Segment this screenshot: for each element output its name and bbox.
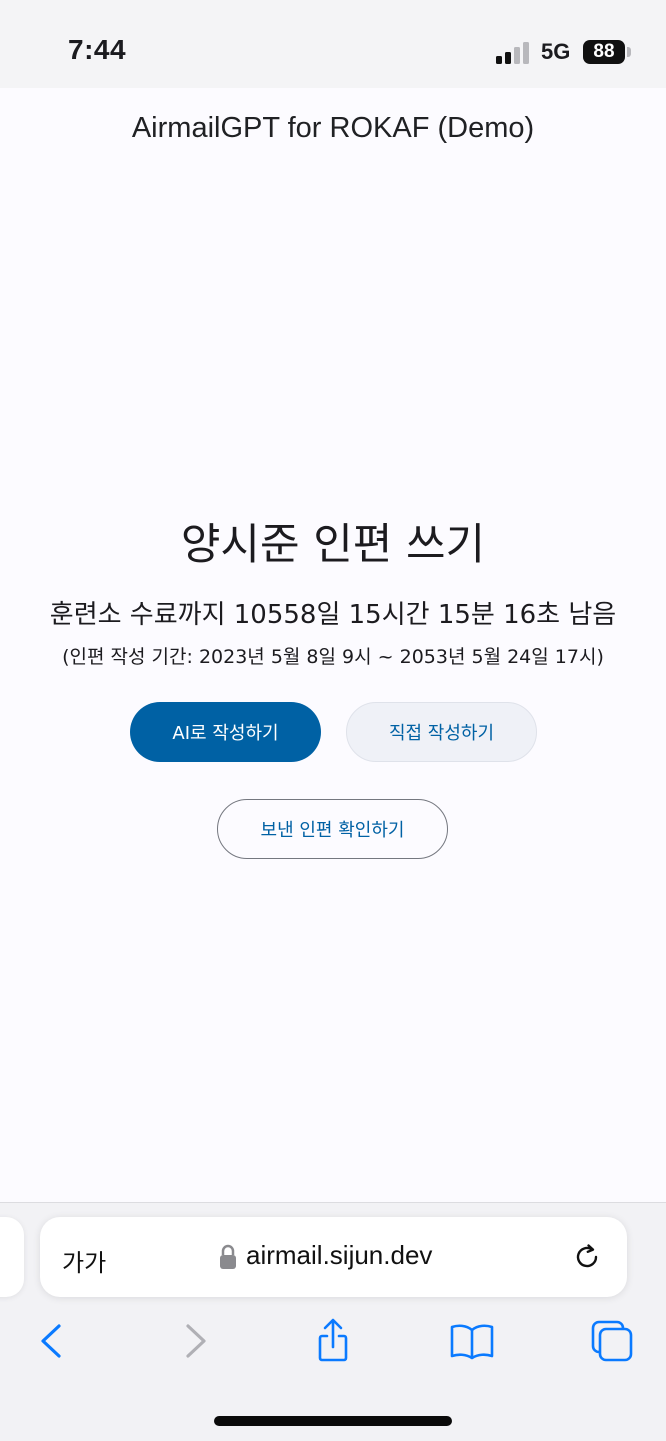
share-icon[interactable]: [310, 1318, 356, 1364]
previous-tab-card[interactable]: [0, 1217, 24, 1297]
network-type: 5G: [541, 39, 571, 64]
text-size-button[interactable]: 가가: [62, 1243, 106, 1278]
cellular-signal-icon: [496, 42, 529, 64]
manual-write-button[interactable]: 직접 작성하기: [346, 702, 537, 762]
back-icon[interactable]: [29, 1318, 75, 1364]
app-title: AirmailGPT for ROKAF (Demo): [131, 112, 535, 144]
page-heading: 양시준 인편 쓰기: [180, 520, 486, 570]
countdown-text: 훈련소 수료까지 10558일 15시간 15분 16초 남음: [49, 600, 617, 630]
tabs-icon[interactable]: [589, 1318, 635, 1364]
status-time: 7:44: [68, 34, 127, 65]
url-text[interactable]: airmail.sijun.dev: [246, 1240, 432, 1271]
battery-icon: 88: [583, 40, 625, 64]
battery-cap: [627, 47, 631, 57]
reload-icon[interactable]: [571, 1241, 603, 1273]
home-indicator: [214, 1416, 452, 1426]
ai-write-button[interactable]: AI로 작성하기: [130, 702, 321, 762]
writing-period-text: (인편 작성 기간: 2023년 5월 8일 9시 ~ 2053년 5월 24일…: [62, 646, 604, 668]
status-bar: 7:44 5G 88: [0, 0, 666, 88]
view-sent-letters-button[interactable]: 보낸 인편 확인하기: [217, 799, 448, 859]
lock-icon: [220, 1244, 236, 1269]
bookmarks-icon[interactable]: [449, 1318, 495, 1364]
forward-icon[interactable]: [172, 1318, 218, 1364]
